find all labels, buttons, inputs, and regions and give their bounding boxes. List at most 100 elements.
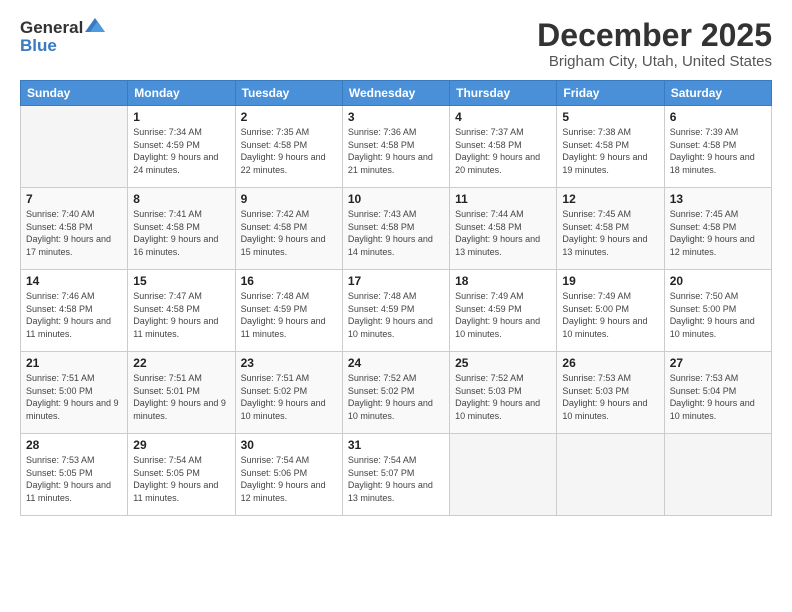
calendar-body: 1Sunrise: 7:34 AMSunset: 4:59 PMDaylight… — [21, 106, 772, 516]
calendar-cell: 5 Sunrise: 7:38 AMSunset: 4:58 PMDaylight… — [557, 106, 664, 188]
logo-general: General — [20, 18, 83, 38]
calendar-week-2: 7Sunrise: 7:40 AMSunset: 4:58 PMDaylight… — [21, 188, 772, 270]
day-info: Sunrise: 7:53 AMSunset: 5:03 PMDaylight:… — [562, 372, 658, 422]
calendar-cell: 18Sunrise: 7:49 AMSunset: 4:59 PMDayligh… — [450, 270, 557, 352]
day-info: Sunrise: 7:35 AMSunset: 4:58 PMDaylight:… — [241, 126, 337, 176]
weekday-header-wednesday: Wednesday — [342, 81, 449, 106]
day-number: 2 — [241, 110, 337, 124]
day-info: Sunrise: 7:38 AMSunset: 4:58 PMDaylight:… — [562, 126, 658, 176]
day-number: 22 — [133, 356, 229, 370]
day-info: Sunrise: 7:52 AMSunset: 5:03 PMDaylight:… — [455, 372, 551, 422]
title-block: December 2025 Brigham City, Utah, United… — [537, 18, 772, 70]
day-number: 31 — [348, 438, 444, 452]
calendar-cell: 12Sunrise: 7:45 AMSunset: 4:58 PMDayligh… — [557, 188, 664, 270]
location-title: Brigham City, Utah, United States — [537, 53, 772, 70]
calendar-cell — [21, 106, 128, 188]
calendar-cell: 2 Sunrise: 7:35 AMSunset: 4:58 PMDaylight… — [235, 106, 342, 188]
calendar-cell: 27 Sunrise: 7:53 AMSunset: 5:04 PMDayligh… — [664, 352, 771, 434]
day-number: 26 — [562, 356, 658, 370]
day-number: 28 — [26, 438, 122, 452]
calendar-cell: 13Sunrise: 7:45 AMSunset: 4:58 PMDayligh… — [664, 188, 771, 270]
month-title: December 2025 — [537, 18, 772, 53]
weekday-header-thursday: Thursday — [450, 81, 557, 106]
day-number: 14 — [26, 274, 122, 288]
logo-blue: Blue — [20, 36, 57, 56]
weekday-header-friday: Friday — [557, 81, 664, 106]
weekday-header-saturday: Saturday — [664, 81, 771, 106]
calendar-cell: 29 Sunrise: 7:54 AMSunset: 5:05 PMDayligh… — [128, 434, 235, 516]
calendar-cell: 1Sunrise: 7:34 AMSunset: 4:59 PMDaylight… — [128, 106, 235, 188]
calendar-cell: 19 Sunrise: 7:49 AMSunset: 5:00 PMDayligh… — [557, 270, 664, 352]
calendar-table: SundayMondayTuesdayWednesdayThursdayFrid… — [20, 80, 772, 516]
day-info: Sunrise: 7:42 AMSunset: 4:58 PMDaylight:… — [241, 208, 337, 258]
day-info: Sunrise: 7:37 AMSunset: 4:58 PMDaylight:… — [455, 126, 551, 176]
calendar-cell: 23 Sunrise: 7:51 AMSunset: 5:02 PMDayligh… — [235, 352, 342, 434]
weekday-header-sunday: Sunday — [21, 81, 128, 106]
day-info: Sunrise: 7:41 AMSunset: 4:58 PMDaylight:… — [133, 208, 229, 258]
day-info: Sunrise: 7:48 AMSunset: 4:59 PMDaylight:… — [241, 290, 337, 340]
day-number: 29 — [133, 438, 229, 452]
day-number: 20 — [670, 274, 766, 288]
day-number: 12 — [562, 192, 658, 206]
calendar-cell: 14Sunrise: 7:46 AMSunset: 4:58 PMDayligh… — [21, 270, 128, 352]
calendar-cell: 9Sunrise: 7:42 AMSunset: 4:58 PMDaylight… — [235, 188, 342, 270]
calendar-cell: 17 Sunrise: 7:48 AMSunset: 4:59 PMDayligh… — [342, 270, 449, 352]
weekday-header-monday: Monday — [128, 81, 235, 106]
day-number: 23 — [241, 356, 337, 370]
calendar-cell: 7Sunrise: 7:40 AMSunset: 4:58 PMDaylight… — [21, 188, 128, 270]
day-number: 24 — [348, 356, 444, 370]
day-info: Sunrise: 7:53 AMSunset: 5:05 PMDaylight:… — [26, 454, 122, 504]
calendar-cell: 16 Sunrise: 7:48 AMSunset: 4:59 PMDayligh… — [235, 270, 342, 352]
calendar-cell: 20 Sunrise: 7:50 AMSunset: 5:00 PMDayligh… — [664, 270, 771, 352]
calendar-cell: 22Sunrise: 7:51 AMSunset: 5:01 PMDayligh… — [128, 352, 235, 434]
calendar-cell: 30Sunrise: 7:54 AMSunset: 5:06 PMDayligh… — [235, 434, 342, 516]
day-number: 21 — [26, 356, 122, 370]
day-number: 10 — [348, 192, 444, 206]
calendar-cell: 24 Sunrise: 7:52 AMSunset: 5:02 PMDayligh… — [342, 352, 449, 434]
day-number: 3 — [348, 110, 444, 124]
calendar-cell: 15 Sunrise: 7:47 AMSunset: 4:58 PMDayligh… — [128, 270, 235, 352]
day-info: Sunrise: 7:36 AMSunset: 4:58 PMDaylight:… — [348, 126, 444, 176]
calendar-cell — [450, 434, 557, 516]
calendar-cell: 11 Sunrise: 7:44 AMSunset: 4:58 PMDayligh… — [450, 188, 557, 270]
day-number: 8 — [133, 192, 229, 206]
day-number: 4 — [455, 110, 551, 124]
day-number: 16 — [241, 274, 337, 288]
day-number: 15 — [133, 274, 229, 288]
day-info: Sunrise: 7:53 AMSunset: 5:04 PMDaylight:… — [670, 372, 766, 422]
calendar-cell: 26 Sunrise: 7:53 AMSunset: 5:03 PMDayligh… — [557, 352, 664, 434]
day-info: Sunrise: 7:48 AMSunset: 4:59 PMDaylight:… — [348, 290, 444, 340]
calendar-header-row: SundayMondayTuesdayWednesdayThursdayFrid… — [21, 81, 772, 106]
calendar-cell: 31 Sunrise: 7:54 AMSunset: 5:07 PMDayligh… — [342, 434, 449, 516]
header: General Blue December 2025 Brigham City,… — [20, 18, 772, 70]
day-number: 25 — [455, 356, 551, 370]
day-info: Sunrise: 7:50 AMSunset: 5:00 PMDaylight:… — [670, 290, 766, 340]
day-info: Sunrise: 7:54 AMSunset: 5:07 PMDaylight:… — [348, 454, 444, 504]
day-number: 27 — [670, 356, 766, 370]
day-info: Sunrise: 7:54 AMSunset: 5:05 PMDaylight:… — [133, 454, 229, 504]
logo-icon — [85, 18, 105, 34]
calendar-week-1: 1Sunrise: 7:34 AMSunset: 4:59 PMDaylight… — [21, 106, 772, 188]
day-number: 11 — [455, 192, 551, 206]
day-info: Sunrise: 7:39 AMSunset: 4:58 PMDaylight:… — [670, 126, 766, 176]
day-info: Sunrise: 7:44 AMSunset: 4:58 PMDaylight:… — [455, 208, 551, 258]
day-info: Sunrise: 7:47 AMSunset: 4:58 PMDaylight:… — [133, 290, 229, 340]
calendar-cell: 8 Sunrise: 7:41 AMSunset: 4:58 PMDaylight… — [128, 188, 235, 270]
calendar-cell: 3 Sunrise: 7:36 AMSunset: 4:58 PMDaylight… — [342, 106, 449, 188]
day-number: 1 — [133, 110, 229, 124]
day-info: Sunrise: 7:51 AMSunset: 5:02 PMDaylight:… — [241, 372, 337, 422]
calendar-cell: 6 Sunrise: 7:39 AMSunset: 4:58 PMDaylight… — [664, 106, 771, 188]
page: General Blue December 2025 Brigham City,… — [0, 0, 792, 612]
day-number: 17 — [348, 274, 444, 288]
day-number: 19 — [562, 274, 658, 288]
day-info: Sunrise: 7:52 AMSunset: 5:02 PMDaylight:… — [348, 372, 444, 422]
day-info: Sunrise: 7:49 AMSunset: 5:00 PMDaylight:… — [562, 290, 658, 340]
day-number: 18 — [455, 274, 551, 288]
day-number: 5 — [562, 110, 658, 124]
calendar-cell: 4 Sunrise: 7:37 AMSunset: 4:58 PMDaylight… — [450, 106, 557, 188]
calendar-week-4: 21Sunrise: 7:51 AMSunset: 5:00 PMDayligh… — [21, 352, 772, 434]
calendar-cell — [557, 434, 664, 516]
day-number: 7 — [26, 192, 122, 206]
day-number: 6 — [670, 110, 766, 124]
calendar-cell: 10Sunrise: 7:43 AMSunset: 4:58 PMDayligh… — [342, 188, 449, 270]
